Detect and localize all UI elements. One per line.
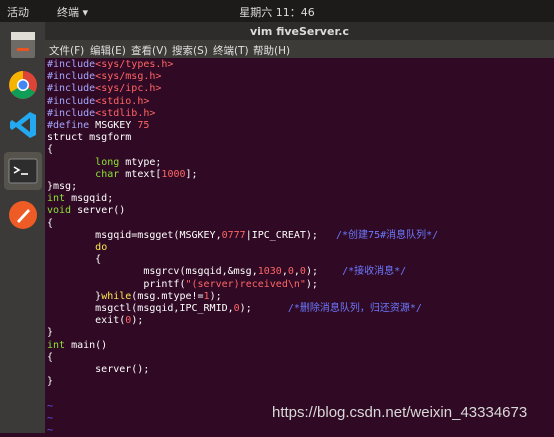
code-line: long mtype; xyxy=(95,156,162,168)
window-titlebar: vim fiveServer.c xyxy=(45,22,554,40)
code-line: msgrcv(msgqid,&msg,1030,0,0); /*接收消息*/ xyxy=(47,266,407,278)
code-line: do xyxy=(95,242,108,253)
code-line: ~ xyxy=(47,412,54,424)
code-line: #define MSGKEY 75 xyxy=(47,120,150,131)
menu-file[interactable]: 文件(F) xyxy=(49,43,84,58)
code-line: msgctl(msgqid,IPC_RMID,0); /*删除消息队列，归还资源… xyxy=(47,303,422,314)
code-line: } xyxy=(47,376,54,388)
code-line: printf("(server)received\n"); xyxy=(47,278,318,290)
code-line: ~ xyxy=(47,425,54,436)
code-line: exit(0); xyxy=(47,315,144,327)
menu-search[interactable]: 搜索(S) xyxy=(172,43,208,58)
dock xyxy=(0,22,45,433)
menu-bar: 文件(F) 编辑(E) 查看(V) 搜索(S) 终端(T) 帮助(H) xyxy=(45,40,554,58)
menu-view[interactable]: 查看(V) xyxy=(131,43,167,58)
code-line: #include<sys/types.h> xyxy=(47,59,174,70)
code-line: ~ xyxy=(47,400,54,412)
vscode-icon[interactable] xyxy=(4,106,42,144)
menu-terminal[interactable]: 终端(T) xyxy=(213,43,249,58)
code-line: { xyxy=(47,217,54,229)
code-line: #include<sys/ipc.h> xyxy=(47,83,162,95)
code-line: #include<stdlib.h> xyxy=(47,107,156,119)
code-line: { xyxy=(47,254,102,266)
watermark: https://blog.csdn.net/weixin_43334673 xyxy=(272,404,528,421)
code-line: { xyxy=(47,144,54,156)
code-line: { xyxy=(47,351,54,363)
code-line: }while(msg.mtype!=1); xyxy=(47,290,222,302)
code-line: struct msgform xyxy=(47,132,132,144)
chrome-icon[interactable] xyxy=(4,66,42,104)
code-line: msgqid=msgget(MSGKEY,0777|IPC_CREAT); /*… xyxy=(47,229,439,241)
postman-icon[interactable] xyxy=(4,196,42,234)
menu-edit[interactable]: 编辑(E) xyxy=(90,43,126,58)
files-icon[interactable] xyxy=(4,26,42,64)
code-line: int msgqid; xyxy=(47,193,114,205)
code-line: } xyxy=(47,327,54,339)
code-line: #include<sys/msg.h> xyxy=(47,71,162,83)
terminal-icon[interactable] xyxy=(4,152,42,190)
code-line: #include<stdio.h> xyxy=(47,95,150,107)
code-line: char mtext[1000]; xyxy=(95,168,198,180)
code-line: void server() xyxy=(47,205,126,217)
code-line: int main() xyxy=(47,339,108,351)
code-line: server(); xyxy=(47,364,150,375)
code-line: }msg; xyxy=(47,181,78,192)
menu-help[interactable]: 帮助(H) xyxy=(253,43,290,58)
clock[interactable]: 星期六 11：46 xyxy=(0,4,554,20)
window-title: vim fiveServer.c xyxy=(249,25,349,38)
top-bar: 活动 终端 ▾ 星期六 11：46 xyxy=(0,0,554,22)
vim-editor[interactable]: #include<sys/types.h> #include<sys/msg.h>… xyxy=(45,58,554,436)
